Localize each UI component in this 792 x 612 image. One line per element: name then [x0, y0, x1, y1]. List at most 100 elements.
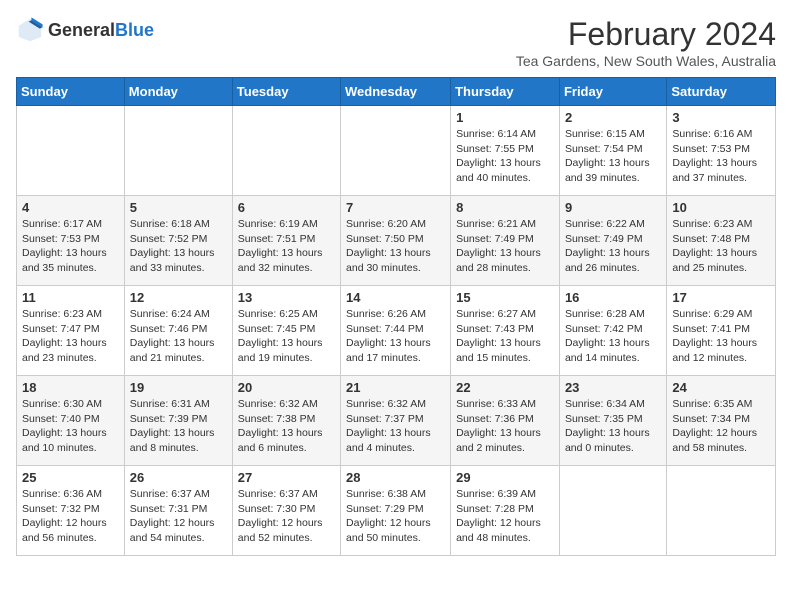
day-info: Sunrise: 6:14 AM Sunset: 7:55 PM Dayligh… — [456, 127, 554, 186]
month-year-title: February 2024 — [516, 16, 776, 53]
day-number: 10 — [672, 200, 770, 215]
calendar-cell: 19 Sunrise: 6:31 AM Sunset: 7:39 PM Dayli… — [124, 376, 232, 466]
calendar-cell — [232, 106, 340, 196]
day-number: 21 — [346, 380, 445, 395]
calendar-cell: 25 Sunrise: 6:36 AM Sunset: 7:32 PM Dayli… — [17, 466, 125, 556]
day-info: Sunrise: 6:23 AM Sunset: 7:47 PM Dayligh… — [22, 307, 119, 366]
day-info: Sunrise: 6:20 AM Sunset: 7:50 PM Dayligh… — [346, 217, 445, 276]
day-info: Sunrise: 6:30 AM Sunset: 7:40 PM Dayligh… — [22, 397, 119, 456]
location-subtitle: Tea Gardens, New South Wales, Australia — [516, 53, 776, 69]
calendar-cell: 23 Sunrise: 6:34 AM Sunset: 7:35 PM Dayli… — [559, 376, 666, 466]
day-number: 16 — [565, 290, 661, 305]
day-info: Sunrise: 6:37 AM Sunset: 7:31 PM Dayligh… — [130, 487, 227, 546]
calendar-cell: 28 Sunrise: 6:38 AM Sunset: 7:29 PM Dayli… — [341, 466, 451, 556]
page-header: GeneralBlue February 2024 Tea Gardens, N… — [16, 16, 776, 69]
day-number: 12 — [130, 290, 227, 305]
calendar-cell: 21 Sunrise: 6:32 AM Sunset: 7:37 PM Dayli… — [341, 376, 451, 466]
day-info: Sunrise: 6:16 AM Sunset: 7:53 PM Dayligh… — [672, 127, 770, 186]
calendar-cell: 29 Sunrise: 6:39 AM Sunset: 7:28 PM Dayli… — [451, 466, 560, 556]
day-info: Sunrise: 6:32 AM Sunset: 7:37 PM Dayligh… — [346, 397, 445, 456]
day-number: 27 — [238, 470, 335, 485]
day-info: Sunrise: 6:35 AM Sunset: 7:34 PM Dayligh… — [672, 397, 770, 456]
day-number: 24 — [672, 380, 770, 395]
calendar-cell: 8Sunrise: 6:21 AM Sunset: 7:49 PM Daylig… — [451, 196, 560, 286]
col-header-thursday: Thursday — [451, 78, 560, 106]
day-info: Sunrise: 6:24 AM Sunset: 7:46 PM Dayligh… — [130, 307, 227, 366]
day-info: Sunrise: 6:33 AM Sunset: 7:36 PM Dayligh… — [456, 397, 554, 456]
day-info: Sunrise: 6:29 AM Sunset: 7:41 PM Dayligh… — [672, 307, 770, 366]
calendar-week-row: 1 Sunrise: 6:14 AM Sunset: 7:55 PM Daylig… — [17, 106, 776, 196]
calendar-cell: 13 Sunrise: 6:25 AM Sunset: 7:45 PM Dayli… — [232, 286, 340, 376]
day-info: Sunrise: 6:31 AM Sunset: 7:39 PM Dayligh… — [130, 397, 227, 456]
col-header-wednesday: Wednesday — [341, 78, 451, 106]
day-number: 9 — [565, 200, 661, 215]
day-info: Sunrise: 6:21 AM Sunset: 7:49 PM Dayligh… — [456, 217, 554, 276]
col-header-monday: Monday — [124, 78, 232, 106]
day-number: 17 — [672, 290, 770, 305]
day-info: Sunrise: 6:22 AM Sunset: 7:49 PM Dayligh… — [565, 217, 661, 276]
day-number: 23 — [565, 380, 661, 395]
calendar-cell: 2 Sunrise: 6:15 AM Sunset: 7:54 PM Daylig… — [559, 106, 666, 196]
day-number: 28 — [346, 470, 445, 485]
logo: GeneralBlue — [16, 16, 154, 44]
calendar-cell: 10Sunrise: 6:23 AM Sunset: 7:48 PM Dayli… — [667, 196, 776, 286]
calendar-cell: 16 Sunrise: 6:28 AM Sunset: 7:42 PM Dayli… — [559, 286, 666, 376]
calendar-cell: 7Sunrise: 6:20 AM Sunset: 7:50 PM Daylig… — [341, 196, 451, 286]
calendar-header-row: SundayMondayTuesdayWednesdayThursdayFrid… — [17, 78, 776, 106]
col-header-saturday: Saturday — [667, 78, 776, 106]
calendar-cell: 22 Sunrise: 6:33 AM Sunset: 7:36 PM Dayli… — [451, 376, 560, 466]
day-number: 11 — [22, 290, 119, 305]
calendar-cell: 14 Sunrise: 6:26 AM Sunset: 7:44 PM Dayli… — [341, 286, 451, 376]
day-number: 5 — [130, 200, 227, 215]
day-number: 29 — [456, 470, 554, 485]
calendar-cell: 15Sunrise: 6:27 AM Sunset: 7:43 PM Dayli… — [451, 286, 560, 376]
day-number: 4 — [22, 200, 119, 215]
day-info: Sunrise: 6:26 AM Sunset: 7:44 PM Dayligh… — [346, 307, 445, 366]
day-info: Sunrise: 6:28 AM Sunset: 7:42 PM Dayligh… — [565, 307, 661, 366]
calendar-week-row: 25 Sunrise: 6:36 AM Sunset: 7:32 PM Dayli… — [17, 466, 776, 556]
day-number: 22 — [456, 380, 554, 395]
day-info: Sunrise: 6:38 AM Sunset: 7:29 PM Dayligh… — [346, 487, 445, 546]
calendar-cell: 6Sunrise: 6:19 AM Sunset: 7:51 PM Daylig… — [232, 196, 340, 286]
title-block: February 2024 Tea Gardens, New South Wal… — [516, 16, 776, 69]
day-info: Sunrise: 6:36 AM Sunset: 7:32 PM Dayligh… — [22, 487, 119, 546]
day-number: 2 — [565, 110, 661, 125]
calendar-cell — [667, 466, 776, 556]
calendar-week-row: 11 Sunrise: 6:23 AM Sunset: 7:47 PM Dayli… — [17, 286, 776, 376]
calendar-cell: 18 Sunrise: 6:30 AM Sunset: 7:40 PM Dayli… — [17, 376, 125, 466]
calendar-week-row: 18 Sunrise: 6:30 AM Sunset: 7:40 PM Dayli… — [17, 376, 776, 466]
calendar-cell: 27 Sunrise: 6:37 AM Sunset: 7:30 PM Dayli… — [232, 466, 340, 556]
calendar-cell: 9 Sunrise: 6:22 AM Sunset: 7:49 PM Daylig… — [559, 196, 666, 286]
day-info: Sunrise: 6:39 AM Sunset: 7:28 PM Dayligh… — [456, 487, 554, 546]
logo-icon — [16, 16, 44, 44]
calendar-table: SundayMondayTuesdayWednesdayThursdayFrid… — [16, 77, 776, 556]
day-info: Sunrise: 6:37 AM Sunset: 7:30 PM Dayligh… — [238, 487, 335, 546]
day-info: Sunrise: 6:15 AM Sunset: 7:54 PM Dayligh… — [565, 127, 661, 186]
calendar-week-row: 4 Sunrise: 6:17 AM Sunset: 7:53 PM Daylig… — [17, 196, 776, 286]
calendar-cell: 12 Sunrise: 6:24 AM Sunset: 7:46 PM Dayli… — [124, 286, 232, 376]
day-number: 19 — [130, 380, 227, 395]
calendar-cell: 1 Sunrise: 6:14 AM Sunset: 7:55 PM Daylig… — [451, 106, 560, 196]
day-info: Sunrise: 6:18 AM Sunset: 7:52 PM Dayligh… — [130, 217, 227, 276]
calendar-cell: 4 Sunrise: 6:17 AM Sunset: 7:53 PM Daylig… — [17, 196, 125, 286]
calendar-cell — [341, 106, 451, 196]
day-info: Sunrise: 6:17 AM Sunset: 7:53 PM Dayligh… — [22, 217, 119, 276]
calendar-cell: 5 Sunrise: 6:18 AM Sunset: 7:52 PM Daylig… — [124, 196, 232, 286]
day-info: Sunrise: 6:19 AM Sunset: 7:51 PM Dayligh… — [238, 217, 335, 276]
calendar-cell: 26Sunrise: 6:37 AM Sunset: 7:31 PM Dayli… — [124, 466, 232, 556]
calendar-cell — [124, 106, 232, 196]
day-info: Sunrise: 6:34 AM Sunset: 7:35 PM Dayligh… — [565, 397, 661, 456]
calendar-cell — [17, 106, 125, 196]
day-number: 20 — [238, 380, 335, 395]
calendar-cell: 17 Sunrise: 6:29 AM Sunset: 7:41 PM Dayli… — [667, 286, 776, 376]
day-number: 25 — [22, 470, 119, 485]
day-info: Sunrise: 6:25 AM Sunset: 7:45 PM Dayligh… — [238, 307, 335, 366]
col-header-friday: Friday — [559, 78, 666, 106]
day-number: 14 — [346, 290, 445, 305]
calendar-cell: 24 Sunrise: 6:35 AM Sunset: 7:34 PM Dayli… — [667, 376, 776, 466]
day-number: 13 — [238, 290, 335, 305]
calendar-cell: 20Sunrise: 6:32 AM Sunset: 7:38 PM Dayli… — [232, 376, 340, 466]
day-number: 18 — [22, 380, 119, 395]
calendar-cell — [559, 466, 666, 556]
day-number: 1 — [456, 110, 554, 125]
